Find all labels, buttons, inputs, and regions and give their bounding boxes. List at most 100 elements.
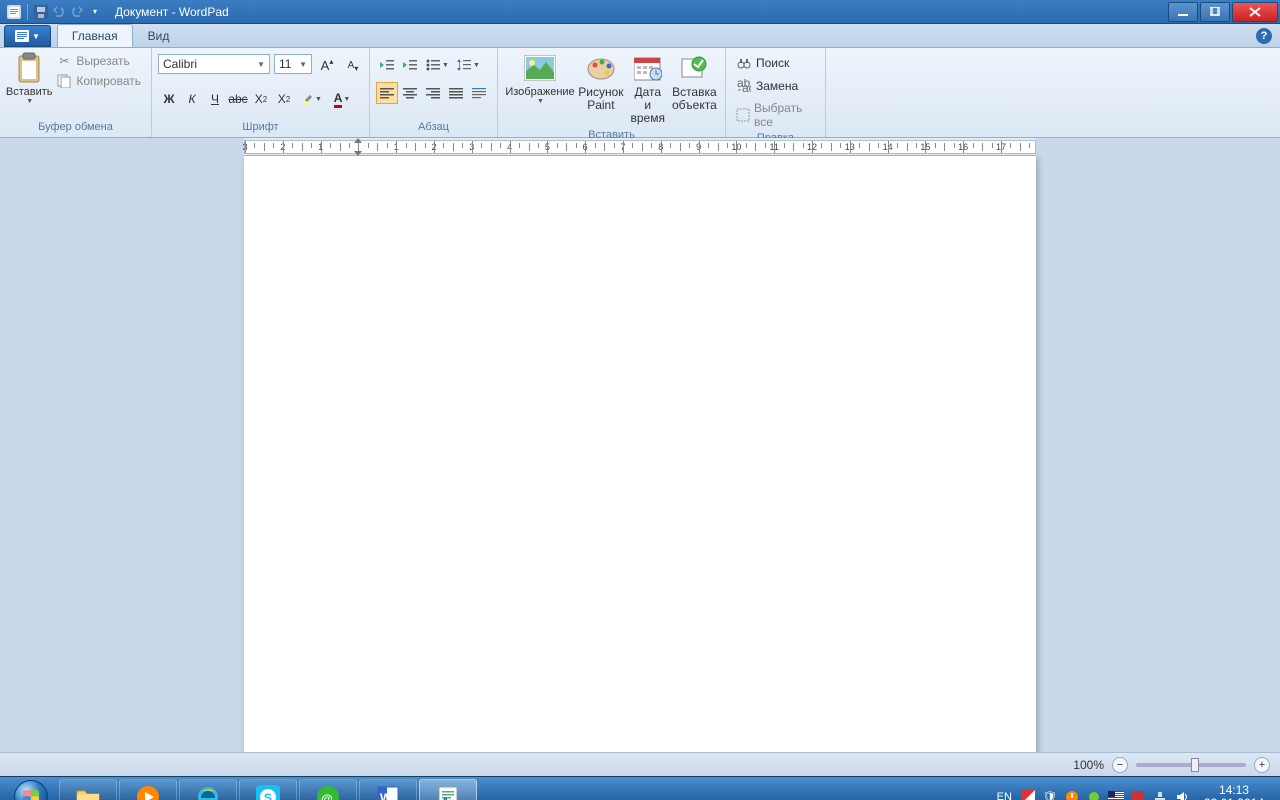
select-all-icon xyxy=(736,107,750,123)
windows-orb-icon xyxy=(14,780,48,800)
time: 14:13 xyxy=(1204,784,1264,797)
font-size-value: 11 xyxy=(279,57,291,71)
find-label: Поиск xyxy=(756,56,789,70)
select-all-button[interactable]: Выбрать все xyxy=(732,100,819,130)
maximize-button[interactable] xyxy=(1200,2,1230,22)
bold-button[interactable]: Ж xyxy=(158,88,180,110)
copy-icon xyxy=(56,73,72,89)
minimize-button[interactable] xyxy=(1168,2,1198,22)
grow-font-button[interactable]: A▴ xyxy=(316,54,338,76)
superscript-button[interactable]: X2 xyxy=(273,88,295,110)
qat-customize-icon[interactable]: ▾ xyxy=(87,4,103,20)
bullets-button[interactable]: ▼ xyxy=(422,54,452,76)
insert-image-label: Изображение xyxy=(505,86,574,98)
tab-label: Вид xyxy=(148,29,170,43)
task-word[interactable]: W xyxy=(359,779,417,800)
zoom-in-button[interactable]: + xyxy=(1254,757,1270,773)
help-button[interactable]: ? xyxy=(1256,28,1272,44)
copy-label: Копировать xyxy=(76,74,141,88)
group-label: Шрифт xyxy=(158,119,363,137)
zoom-slider[interactable] xyxy=(1136,763,1246,767)
save-icon[interactable] xyxy=(33,4,49,20)
scissors-icon: ✂ xyxy=(56,53,72,69)
date: 23.01.2014 xyxy=(1204,797,1264,800)
undo-icon[interactable] xyxy=(51,4,67,20)
highlighter-icon xyxy=(300,92,314,106)
lang-indicator[interactable]: EN xyxy=(997,791,1012,800)
paste-button[interactable]: Вставить ▼ xyxy=(6,50,52,107)
svg-text:W: W xyxy=(380,791,392,800)
select-all-label: Выбрать все xyxy=(754,101,815,129)
underline-button[interactable]: Ч xyxy=(204,88,226,110)
align-left-button[interactable] xyxy=(376,82,398,104)
close-button[interactable] xyxy=(1232,2,1278,22)
insert-image-button[interactable]: Изображение▼ xyxy=(504,50,576,107)
align-justify-button[interactable] xyxy=(445,82,467,104)
zoom-value: 100% xyxy=(1073,758,1104,772)
task-explorer[interactable] xyxy=(59,779,117,800)
paint-button[interactable]: РисунокPaint xyxy=(576,50,626,114)
dec-indent-button[interactable] xyxy=(376,54,398,76)
strikethrough-button[interactable]: abc xyxy=(227,88,249,110)
skype-icon: S xyxy=(256,785,280,800)
document-page[interactable] xyxy=(244,156,1036,752)
inc-indent-button[interactable] xyxy=(399,54,421,76)
replace-icon: abac xyxy=(736,78,752,94)
shrink-font-button[interactable]: A▾ xyxy=(342,54,364,76)
usflag-icon[interactable] xyxy=(1108,789,1124,800)
zoom-out-button[interactable]: − xyxy=(1112,757,1128,773)
volume-icon[interactable] xyxy=(1174,789,1190,800)
titlebar: ▾ Документ - WordPad xyxy=(0,0,1280,24)
flag-icon[interactable] xyxy=(1020,789,1036,800)
start-button[interactable] xyxy=(4,777,58,800)
task-wordpad[interactable]: A xyxy=(419,779,477,800)
network-icon[interactable] xyxy=(1152,789,1168,800)
subscript-button[interactable]: X2 xyxy=(250,88,272,110)
status-bar: 100% − + xyxy=(0,752,1280,776)
tab-view[interactable]: Вид xyxy=(133,24,185,47)
zoom-thumb[interactable] xyxy=(1191,758,1199,772)
font-family-value: Calibri xyxy=(163,57,197,71)
svg-text:S: S xyxy=(264,791,272,800)
tab-home[interactable]: Главная xyxy=(57,24,133,47)
tab-label: Главная xyxy=(72,29,118,43)
updates-icon[interactable] xyxy=(1064,789,1080,800)
calendar-icon xyxy=(632,52,664,84)
font-size-combo[interactable]: 11▼ xyxy=(274,54,312,74)
task-skype[interactable]: S xyxy=(239,779,297,800)
binoculars-icon xyxy=(736,55,752,71)
align-right-button[interactable] xyxy=(422,82,444,104)
shield-icon[interactable]: 🛡 xyxy=(1042,789,1058,800)
ribbon: Вставить ▼ ✂Вырезать Копировать Буфер об… xyxy=(0,48,1280,138)
object-icon xyxy=(678,52,710,84)
at-icon: @ xyxy=(316,785,340,800)
find-button[interactable]: Поиск xyxy=(732,54,819,72)
clipboard-icon xyxy=(13,52,45,84)
tray-app2-icon[interactable] xyxy=(1130,789,1146,800)
redo-icon[interactable] xyxy=(69,4,85,20)
app-icon xyxy=(6,4,22,20)
task-mediaplayer[interactable] xyxy=(119,779,177,800)
file-menu-button[interactable]: ▼ xyxy=(4,25,51,47)
group-edit: Поиск abacЗамена Выбрать все Правка xyxy=(726,48,826,137)
tray-app1-icon[interactable] xyxy=(1086,789,1102,800)
clock[interactable]: 14:13 23.01.2014 xyxy=(1198,784,1270,800)
ruler[interactable]: 3211234567891011121314151617 xyxy=(244,138,1036,156)
paragraph-dialog-button[interactable] xyxy=(468,82,490,104)
word-icon: W xyxy=(376,785,400,800)
task-ie[interactable] xyxy=(179,779,237,800)
replace-button[interactable]: abacЗамена xyxy=(732,77,819,95)
quick-access-toolbar: ▾ xyxy=(2,4,107,20)
font-color-button[interactable]: A▼ xyxy=(327,88,357,110)
italic-button[interactable]: К xyxy=(181,88,203,110)
task-mail[interactable]: @ xyxy=(299,779,357,800)
datetime-button[interactable]: Дата ивремя xyxy=(626,50,670,127)
cut-label: Вырезать xyxy=(76,54,129,68)
insert-object-button[interactable]: Вставкаобъекта xyxy=(670,50,719,114)
highlight-button[interactable]: ▼ xyxy=(296,88,326,110)
align-center-button[interactable] xyxy=(399,82,421,104)
font-family-combo[interactable]: Calibri▼ xyxy=(158,54,270,74)
cut-button[interactable]: ✂ Вырезать xyxy=(52,52,145,70)
line-spacing-button[interactable]: ▼ xyxy=(453,54,483,76)
copy-button[interactable]: Копировать xyxy=(52,72,145,90)
